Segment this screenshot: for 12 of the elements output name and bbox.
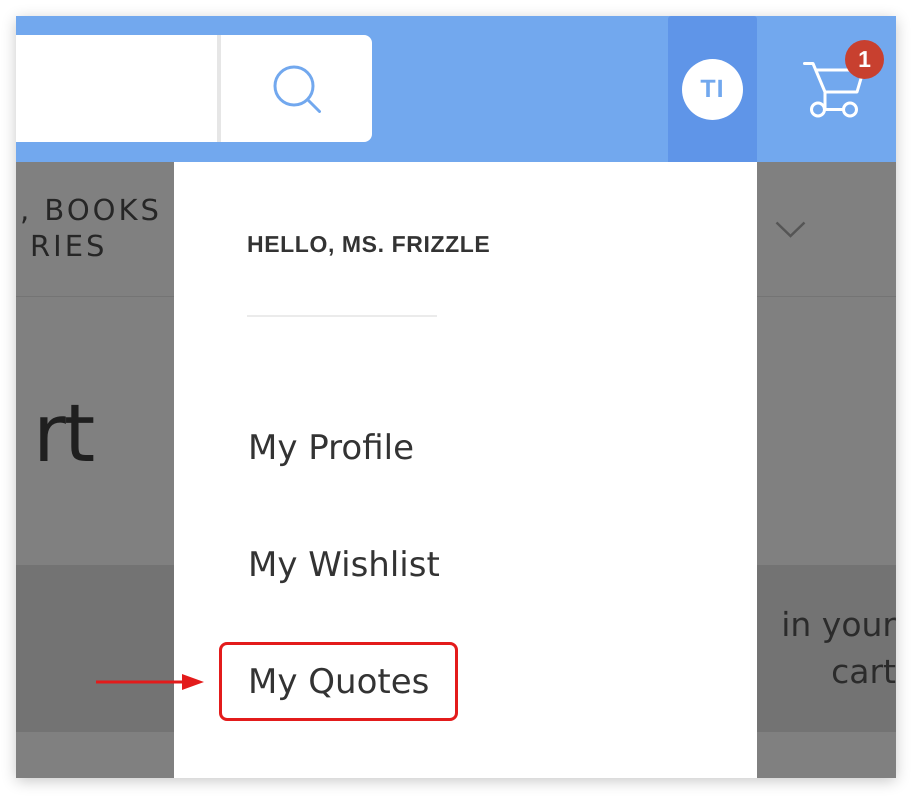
search-icon xyxy=(272,64,320,112)
cart-message: in your cart xyxy=(780,604,896,693)
greeting-text: HELLO, MS. FRIZZLE xyxy=(247,230,490,258)
category-label[interactable]: RIES xyxy=(30,228,108,264)
highlighted-menu-item[interactable]: My Quotes xyxy=(219,642,458,721)
avatar-initials: TI xyxy=(682,58,743,120)
page-heading: rt xyxy=(33,394,94,474)
chevron-down-icon[interactable] xyxy=(775,220,806,238)
cart-count-badge: 1 xyxy=(845,40,884,79)
menu-item[interactable]: My Profile xyxy=(219,408,443,487)
menu-item[interactable]: My Wishlist xyxy=(219,525,469,604)
category-label[interactable]: , BOOKS xyxy=(20,192,162,228)
